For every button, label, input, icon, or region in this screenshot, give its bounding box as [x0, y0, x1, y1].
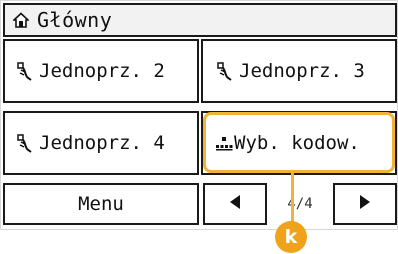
triangle-right-icon: [359, 194, 371, 214]
callout-marker: k: [275, 221, 307, 253]
one-touch-key-icon: [15, 60, 35, 82]
button-label: Jednoprz. 3: [239, 60, 365, 82]
menu-button[interactable]: Menu: [3, 183, 199, 225]
one-touch-key-4-button[interactable]: Jednoprz. 4: [3, 111, 199, 175]
coded-dial-button[interactable]: Wyb. kodow.: [201, 111, 397, 175]
home-icon: [13, 12, 29, 28]
prev-page-button[interactable]: [203, 183, 267, 225]
screen-title: Główny: [37, 8, 113, 32]
title-bar: Główny: [3, 3, 397, 37]
device-screen: Główny Jednoprz. 2 Jednoprz. 3 Jednoprz.…: [0, 0, 398, 230]
next-page-button[interactable]: [333, 183, 397, 225]
one-touch-key-2-button[interactable]: Jednoprz. 2: [3, 39, 199, 103]
button-label: Wyb. kodow.: [234, 132, 360, 154]
button-label: Jednoprz. 4: [39, 132, 165, 154]
one-touch-key-3-button[interactable]: Jednoprz. 3: [201, 39, 397, 103]
bottom-bar: Menu 4/4: [3, 183, 397, 225]
coded-dial-icon: [215, 135, 233, 151]
button-label: Jednoprz. 2: [39, 60, 165, 82]
one-touch-key-icon: [15, 132, 35, 154]
one-touch-key-icon: [215, 60, 235, 82]
page-indicator: 4/4: [287, 196, 313, 212]
triangle-left-icon: [229, 194, 241, 214]
